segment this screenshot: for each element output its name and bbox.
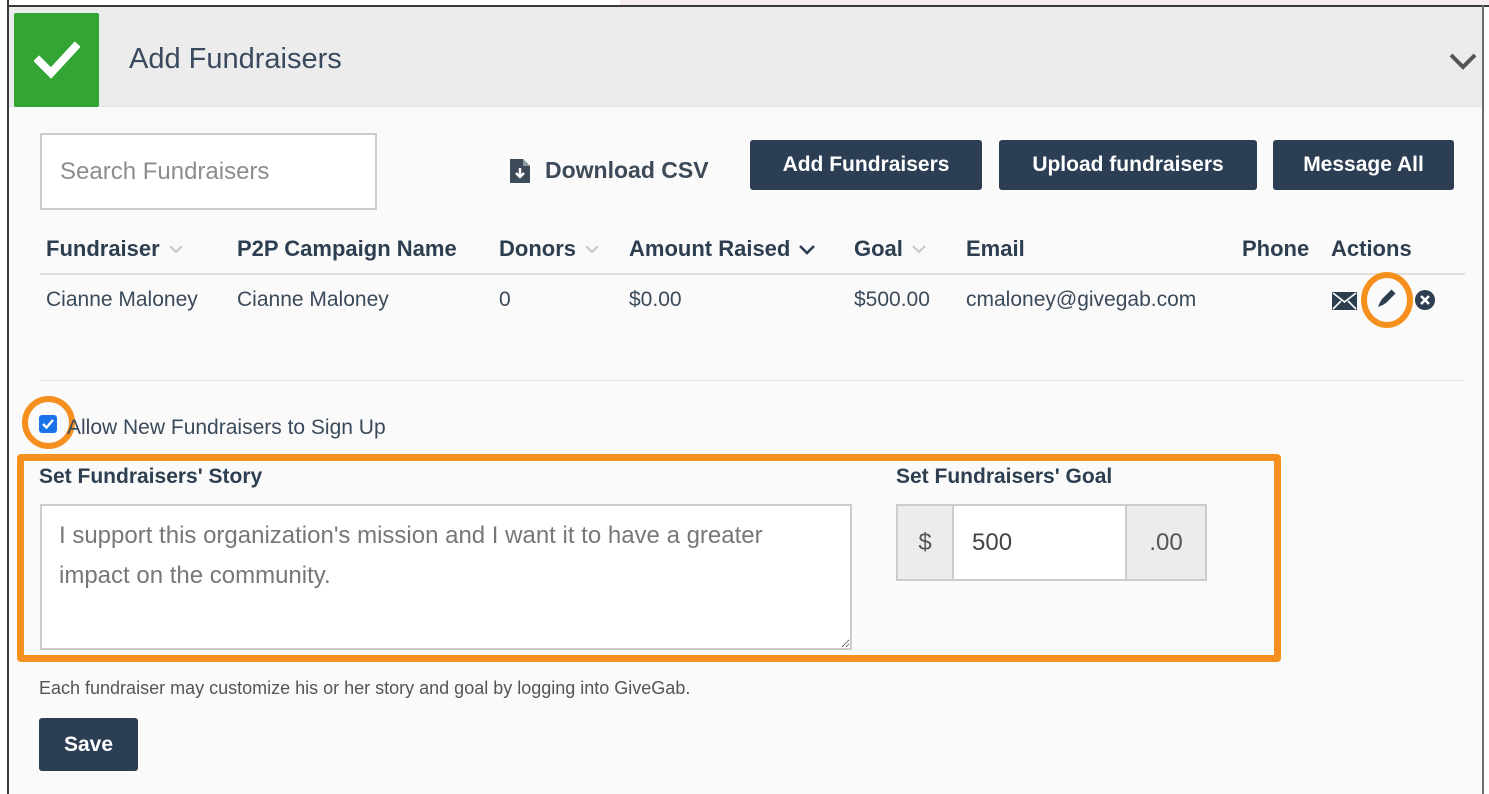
message-all-button[interactable]: Message All [1273, 140, 1454, 190]
table-header-divider [40, 273, 1465, 275]
goal-input[interactable] [954, 506, 1125, 579]
section-divider [40, 380, 1465, 381]
add-fundraisers-button[interactable]: Add Fundraisers [750, 140, 982, 190]
story-textarea[interactable]: I support this organization's mission an… [40, 504, 852, 650]
panel-header[interactable]: Add Fundraisers [9, 7, 1482, 107]
currency-prefix: $ [898, 506, 954, 579]
download-file-icon [510, 158, 530, 183]
allow-signup-label[interactable]: Allow New Fundraisers to Sign Up [67, 416, 386, 440]
email-envelope-icon[interactable] [1332, 292, 1357, 310]
goal-label: Set Fundraisers' Goal [896, 465, 1113, 488]
fundraisers-panel: Add Fundraisers Download CSV Add Fundrai… [9, 7, 1482, 794]
cell-email: cmaloney@givegab.com [966, 288, 1197, 311]
cents-suffix: .00 [1125, 506, 1205, 579]
goal-input-group: $ .00 [896, 504, 1207, 581]
panel-title: Add Fundraisers [129, 43, 342, 75]
cell-campaign: Cianne Maloney [237, 288, 389, 311]
complete-check-icon [14, 13, 99, 107]
frame-right-border [1482, 5, 1484, 794]
cell-fundraiser: Cianne Maloney [46, 288, 198, 311]
col-header-donors[interactable]: Donors [499, 236, 600, 262]
remove-circle-icon[interactable] [1414, 289, 1436, 311]
col-header-campaign: P2P Campaign Name [237, 236, 457, 261]
frame-top-border [7, 5, 1489, 7]
save-button[interactable]: Save [39, 718, 138, 771]
cell-amount-raised: $0.00 [629, 288, 682, 311]
edit-highlight-circle [1361, 272, 1413, 328]
col-header-amount-raised[interactable]: Amount Raised [629, 236, 816, 262]
sort-chevron-icon [912, 245, 926, 254]
download-csv-label: Download CSV [545, 157, 709, 183]
story-label: Set Fundraisers' Story [39, 465, 263, 488]
col-header-phone: Phone [1242, 236, 1310, 261]
cell-donors: 0 [499, 288, 511, 311]
col-header-email: Email [966, 236, 1025, 261]
collapse-chevron-icon[interactable] [1445, 49, 1481, 73]
upload-fundraisers-button[interactable]: Upload fundraisers [999, 140, 1257, 190]
sort-chevron-icon [799, 244, 816, 255]
col-header-goal[interactable]: Goal [854, 236, 927, 262]
sort-chevron-icon [585, 245, 599, 254]
col-header-actions: Actions [1331, 236, 1412, 261]
sort-chevron-icon [168, 245, 183, 254]
search-input[interactable] [40, 133, 377, 210]
download-csv-link[interactable]: Download CSV [509, 157, 709, 184]
col-header-fundraiser[interactable]: Fundraiser [46, 236, 184, 262]
frame-left-border [7, 0, 9, 794]
cell-goal: $500.00 [854, 288, 930, 311]
help-text: Each fundraiser may customize his or her… [39, 678, 691, 698]
